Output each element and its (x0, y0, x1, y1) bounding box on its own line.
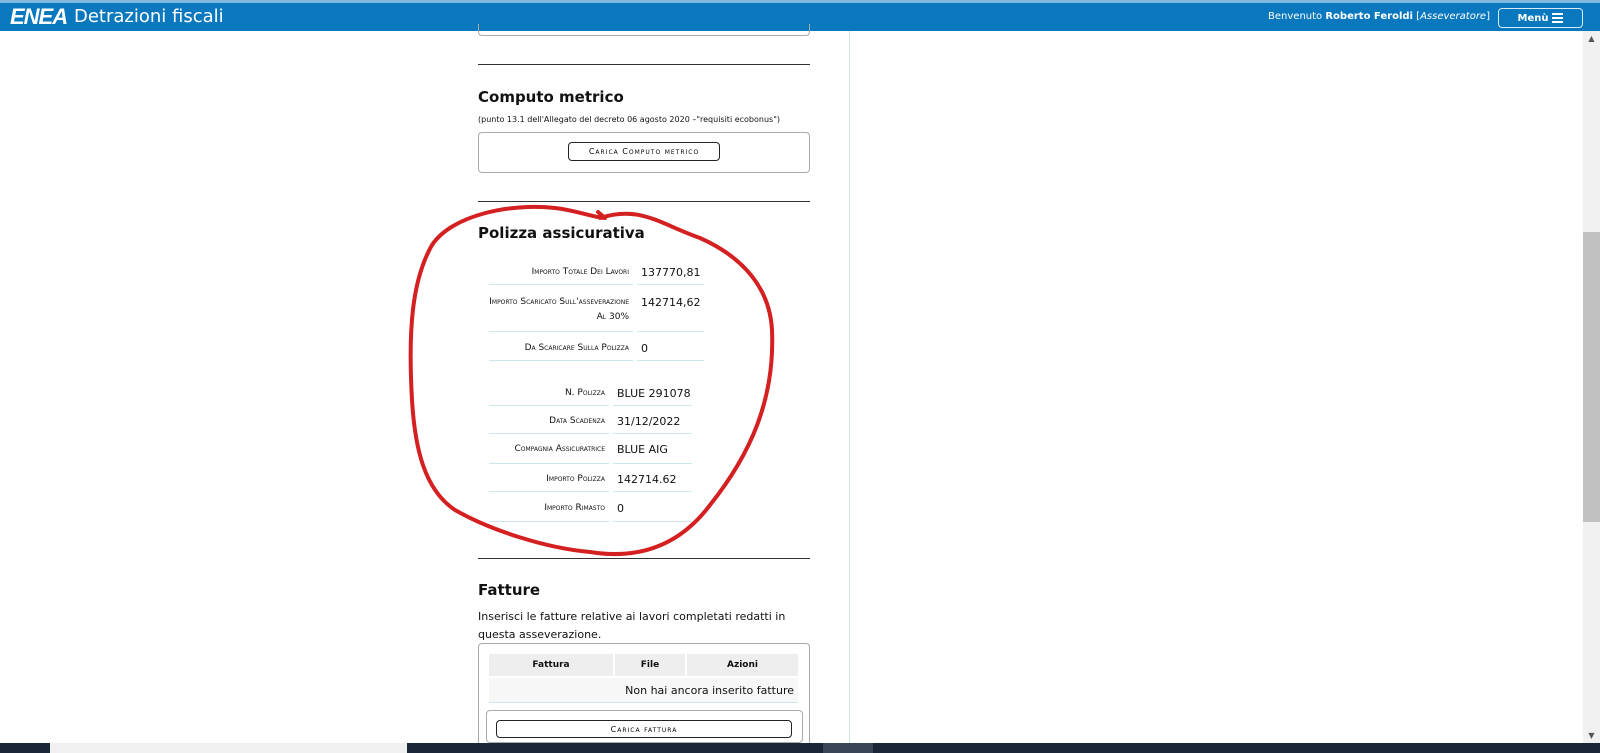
section-divider (478, 201, 810, 202)
summary-label: Importo Totale Dei Lavori (489, 265, 633, 285)
scroll-down-arrow-icon[interactable]: ▼ (1583, 728, 1600, 743)
fatture-intro: Inserisci le fatture relative ai lavori … (478, 610, 786, 641)
detail-value: 31/12/2022 (613, 414, 692, 434)
detail-label: N. Polizza (489, 386, 609, 406)
detail-value: BLUE 291078 (613, 386, 692, 406)
column-divider (849, 31, 850, 743)
carica-fattura-button[interactable]: Carica fattura (496, 720, 792, 738)
previous-section-box (478, 24, 810, 36)
summary-label: Da Scaricare Sulla Polizza (489, 341, 633, 361)
polizza-title: Polizza assicurativa (478, 224, 645, 242)
column-header-azioni: Azioni (687, 654, 798, 676)
detail-value: BLUE AIG (613, 442, 692, 464)
user-name: Roberto Feroldi (1325, 11, 1413, 22)
fatture-title: Fatture (478, 581, 541, 599)
column-header-fattura: Fattura (489, 654, 613, 676)
user-role: Asseveratore (1420, 11, 1487, 22)
summary-value: 142714,62 (637, 295, 704, 332)
taskbar-search[interactable] (50, 743, 407, 753)
computo-note: (punto 13.1 dell'Allegato del decreto 06… (478, 115, 780, 124)
app-title[interactable]: Detrazioni fiscali (74, 6, 224, 27)
summary-value: 0 (637, 341, 704, 361)
detail-label: Compagnia Assicuratrice (489, 442, 609, 464)
taskbar-active-app[interactable] (823, 743, 873, 753)
fatture-empty-message: Non hai ancora inserito fatture (489, 678, 798, 703)
summary-value: 137770,81 (637, 265, 704, 285)
enea-logo[interactable]: ENEA (10, 4, 68, 29)
menu-button[interactable]: Menù (1498, 8, 1583, 28)
section-divider (478, 64, 810, 65)
detail-value: 142714.62 (613, 472, 692, 492)
detail-value: 0 (613, 501, 692, 522)
section-divider (478, 558, 810, 559)
detail-label: Importo Polizza (489, 472, 609, 492)
detail-label: Data Scadenza (489, 414, 609, 434)
welcome-message: Benvenuto Roberto Feroldi [Asseveratore] (1268, 11, 1490, 22)
welcome-prefix: Benvenuto (1268, 11, 1323, 22)
carica-computo-button[interactable]: Carica Computo metrico (568, 142, 720, 161)
hamburger-icon (1552, 11, 1564, 25)
summary-label: Importo Scaricato Sull'asseverazione Al … (489, 295, 633, 332)
computo-title: Computo metrico (478, 88, 624, 106)
computo-upload-box: Carica Computo metrico (478, 132, 810, 173)
red-circle-annotation (408, 204, 775, 557)
menu-label: Menù (1517, 12, 1549, 24)
enea-logo-text: ENEA (10, 4, 68, 29)
fatture-upload-box: Carica fattura (486, 710, 803, 743)
column-header-file: File (615, 654, 685, 676)
detail-label: Importo Rimasto (489, 501, 609, 522)
scrollbar-thumb[interactable] (1583, 232, 1600, 522)
scroll-up-arrow-icon[interactable]: ▲ (1583, 31, 1600, 46)
